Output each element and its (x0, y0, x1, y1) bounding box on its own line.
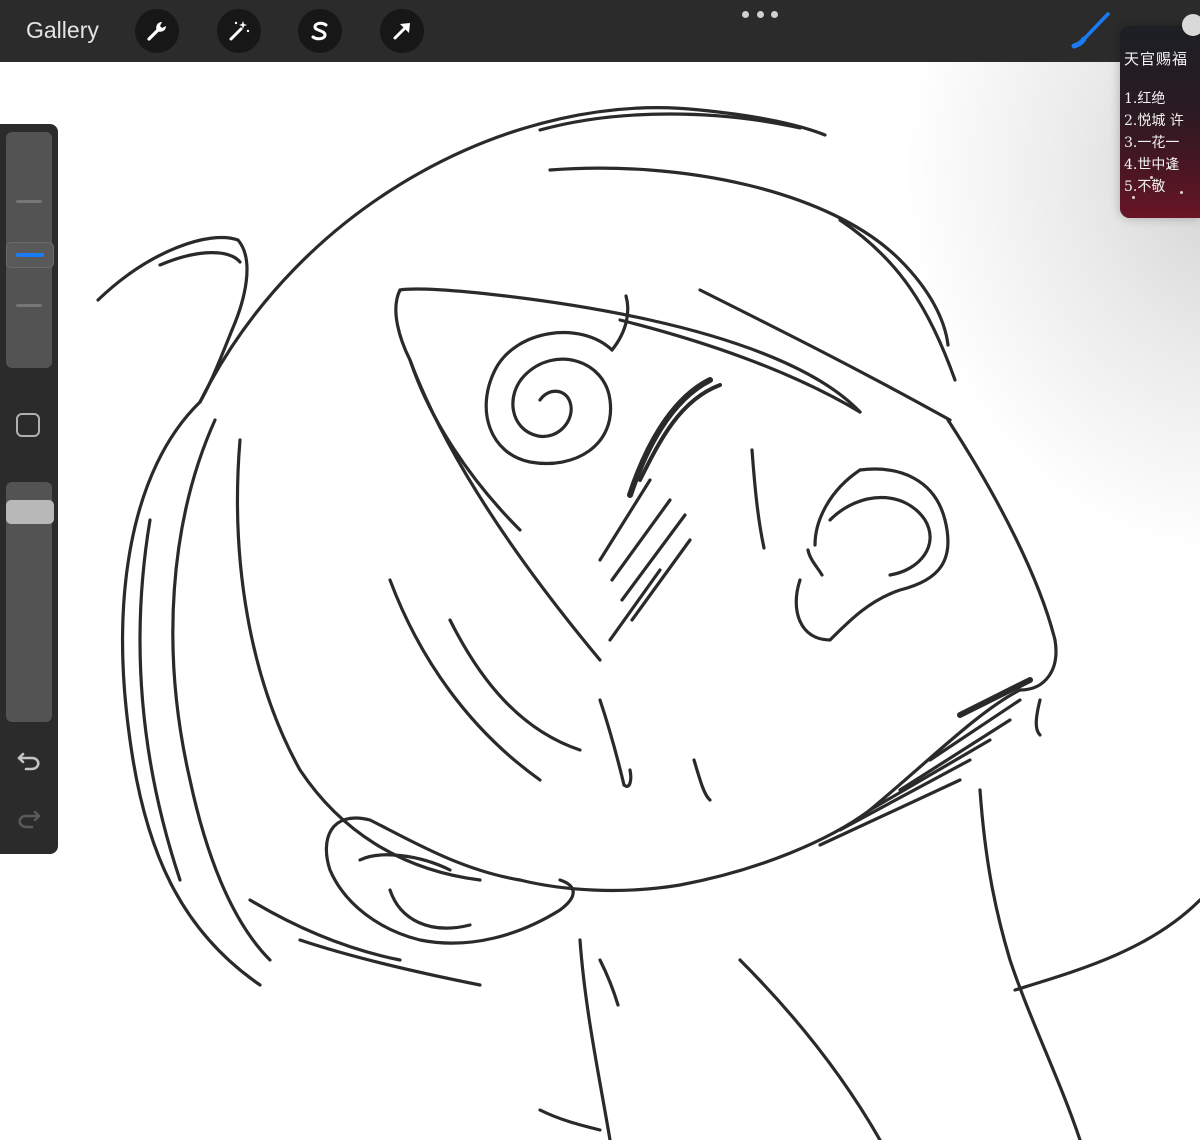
slider-tick (16, 304, 42, 307)
adjustments-button[interactable] (217, 9, 261, 53)
arrow-cursor-icon (393, 23, 410, 40)
actions-button[interactable] (135, 9, 179, 53)
redo-icon[interactable] (14, 802, 44, 832)
undo-icon[interactable] (14, 744, 44, 774)
drawing-canvas[interactable] (0, 62, 1200, 1140)
reference-line: 2.悦城 许 (1124, 113, 1184, 129)
opacity-thumb[interactable] (6, 500, 54, 524)
magic-wand-icon (229, 21, 250, 41)
reference-title: 天官赐福 (1124, 50, 1189, 68)
reference-line: 3.一花一 (1124, 135, 1180, 151)
top-toolbar: Gallery (0, 0, 1200, 62)
reference-line: 1.红绝 (1124, 91, 1166, 107)
brush-size-thumb[interactable] (6, 242, 54, 268)
more-dots-icon[interactable] (742, 8, 778, 20)
selection-s-icon (311, 21, 328, 41)
gallery-button[interactable]: Gallery (26, 17, 99, 44)
selection-button[interactable] (298, 9, 342, 53)
brush-button[interactable] (1066, 8, 1114, 54)
slider-tick (16, 200, 42, 203)
reference-line: 5.不敬 (1124, 179, 1166, 195)
size-thumb-indicator (16, 253, 44, 257)
reference-window-handle[interactable] (1182, 14, 1200, 36)
reference-window[interactable]: 天官赐福 1.红绝 2.悦城 许 3.一花一 4.世中逢 5.不敬 (1120, 26, 1200, 218)
left-sidebar (0, 124, 58, 854)
square-modify-icon[interactable] (16, 413, 40, 437)
sketch-artwork (96, 106, 1200, 1140)
transform-button[interactable] (380, 9, 424, 53)
wrench-icon (147, 22, 166, 41)
brush-icon (1071, 12, 1110, 49)
reference-line: 4.世中逢 (1124, 157, 1180, 173)
